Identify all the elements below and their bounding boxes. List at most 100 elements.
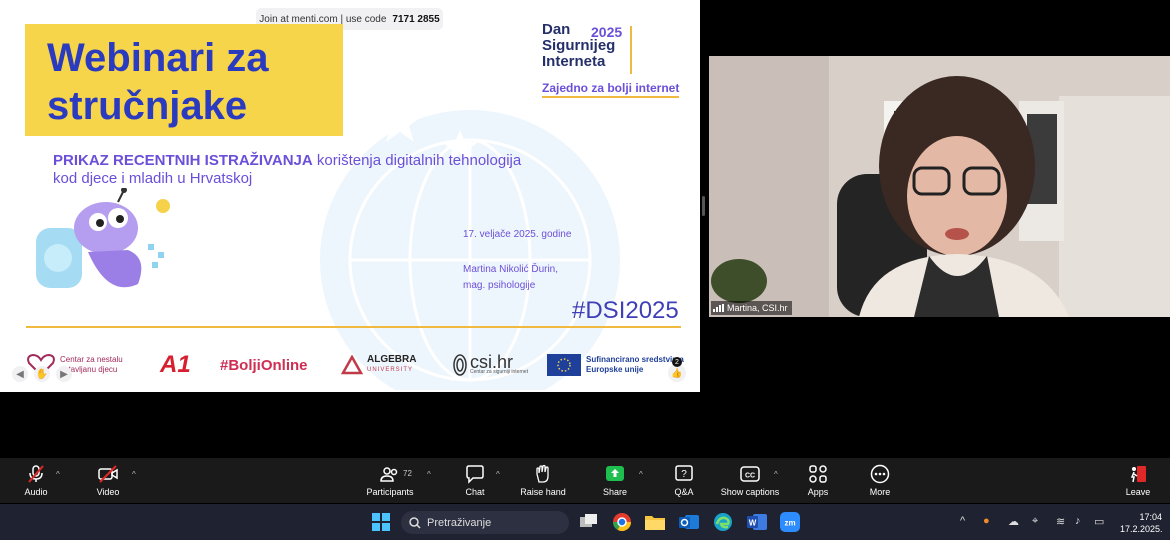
shared-slide: Join at menti.com | use code 7171 2855 W…: [0, 0, 700, 392]
leave-label: Leave: [1125, 487, 1151, 497]
camera-off-icon: [98, 465, 118, 483]
slide-subtitle: PRIKAZ RECENTNIH ISTRAŽIVANJA korištenja…: [53, 152, 573, 188]
algebra-text: ALGEBRA UNIVERSITY: [367, 355, 416, 375]
participant-video-feed: [709, 56, 1170, 317]
mascot-illustration: [36, 188, 170, 288]
participant-name: Martina, CSI.hr: [727, 303, 788, 313]
qa-label: Q&A: [674, 487, 694, 497]
task-view-icon[interactable]: [579, 512, 599, 532]
zoom-app-icon[interactable]: zm: [780, 512, 800, 532]
share-button[interactable]: Share: [601, 464, 629, 500]
algebra-name: ALGEBRA: [367, 354, 417, 365]
slide-date: 17. veljače 2025. godine: [463, 229, 572, 240]
participants-options-chevron-icon[interactable]: ^: [427, 470, 431, 479]
edge-icon[interactable]: [713, 512, 733, 532]
algebra-triangle-icon: [341, 355, 363, 375]
fingerprint-icon: [453, 354, 467, 376]
share-options-chevron-icon[interactable]: ^: [639, 470, 643, 479]
chat-options-chevron-icon[interactable]: ^: [496, 470, 500, 479]
taskbar-clock[interactable]: 17:04 17.2.2025.: [1120, 511, 1163, 535]
csi-sub: Centar za sigurniji internet: [470, 369, 529, 375]
file-explorer-icon[interactable]: [645, 512, 665, 532]
leave-button[interactable]: Leave: [1124, 464, 1152, 500]
captions-options-chevron-icon[interactable]: ^: [774, 470, 778, 479]
tray-overflow-chevron-icon[interactable]: ^: [960, 515, 965, 527]
slide-title-line1: Webinari za: [47, 36, 269, 80]
chat-label: Chat: [465, 487, 485, 497]
participants-label: Participants: [366, 487, 414, 497]
audio-options-chevron-icon[interactable]: ^: [56, 470, 60, 479]
zoom-meeting-window: Join at menti.com | use code 7171 2855 W…: [0, 0, 1170, 540]
captions-label: Show captions: [720, 487, 780, 497]
apps-button[interactable]: Apps: [805, 464, 831, 500]
signal-strength-icon: [713, 304, 724, 312]
show-captions-button[interactable]: CC Show captions: [718, 464, 782, 500]
sponsor-bolji-online: #BoljiOnline: [220, 356, 308, 374]
logo-name-line3: Interneta: [542, 53, 606, 70]
tray-cloud-icon[interactable]: ☁: [1008, 515, 1019, 528]
eu-flag-icon: [547, 354, 581, 376]
apps-label: Apps: [807, 487, 829, 497]
slide-title-box: Webinari za stručnjake: [25, 24, 343, 136]
word-icon[interactable]: W: [747, 512, 767, 532]
prev-slide-icon[interactable]: ◀: [12, 366, 28, 382]
tray-battery-icon[interactable]: ▭: [1094, 515, 1104, 528]
reaction-count-badge: 2: [672, 357, 682, 367]
next-slide-icon[interactable]: ▶: [56, 366, 72, 382]
logo-year: 2025: [591, 24, 623, 40]
windows-taskbar: Pretraživanje W zm ^ ● ☁ ⌖ ≋ ♪ ▭ 17:04 1…: [0, 504, 1170, 540]
outlook-icon[interactable]: [679, 512, 699, 532]
captions-icon: CC: [740, 466, 760, 482]
windows-start-icon[interactable]: [371, 512, 391, 532]
raise-hand-button[interactable]: Raise hand: [518, 464, 568, 500]
taskbar-search-box[interactable]: Pretraživanje: [401, 511, 569, 534]
search-icon: [409, 516, 421, 529]
chat-bubble-icon: [466, 465, 484, 484]
participant-video-tile[interactable]: Martina, CSI.hr: [709, 56, 1170, 317]
menti-code: 7171 2855: [392, 13, 440, 25]
dsi-logo: Dan Sigurnijeg Interneta 2025 Zajedno za…: [540, 22, 690, 102]
sponsor-logos: Centar za nestalu ostavljanu djecu A1 #B…: [0, 345, 700, 389]
logo-divider: [630, 26, 632, 74]
microphone-muted-icon: [28, 465, 44, 483]
logo-tagline: Zajedno za bolji internet: [542, 81, 680, 98]
video-button[interactable]: Video: [94, 464, 122, 500]
more-options-icon: [870, 464, 890, 484]
more-button[interactable]: More: [866, 464, 894, 500]
svg-text:?: ?: [681, 469, 687, 480]
pointer-icon[interactable]: ✋: [34, 366, 50, 382]
subtitle-rest: korištenja digitalnih tehnologija: [312, 152, 522, 169]
slide-title-line2: stručnjake: [47, 84, 248, 128]
tray-wifi-icon[interactable]: ≋: [1056, 515, 1065, 528]
video-options-chevron-icon[interactable]: ^: [132, 470, 136, 479]
slide-author: Martina Nikolić Ďurin, mag. psihologije: [463, 262, 558, 294]
qa-button[interactable]: ? Q&A: [671, 464, 697, 500]
slide-divider: [26, 326, 681, 328]
share-label: Share: [602, 487, 628, 497]
chat-button[interactable]: Chat: [462, 464, 488, 500]
sponsor-algebra: ALGEBRA UNIVERSITY: [341, 345, 416, 385]
globe-background-graphic: [320, 100, 620, 390]
sponsor-eu: Sufinancirano sredstvima Europske unije: [547, 345, 684, 385]
svg-text:zm: zm: [784, 519, 795, 528]
tray-sync-icon[interactable]: ●: [983, 515, 990, 527]
audio-button[interactable]: Audio: [22, 464, 50, 500]
audio-label: Audio: [24, 487, 48, 497]
clock-date: 17.2.2025.: [1120, 524, 1163, 534]
raise-hand-label: Raise hand: [520, 487, 566, 497]
video-label: Video: [96, 487, 120, 497]
chrome-icon[interactable]: [612, 512, 632, 532]
tray-volume-icon[interactable]: ♪: [1075, 515, 1081, 527]
clock-time: 17:04: [1139, 512, 1162, 522]
participants-icon: [380, 467, 398, 482]
apps-icon: [809, 465, 827, 483]
csi-name: csi.hr: [470, 352, 514, 372]
leave-door-icon: [1130, 466, 1146, 483]
algebra-sub: UNIVERSITY: [367, 367, 414, 373]
raise-hand-icon: [536, 464, 549, 483]
split-resize-handle[interactable]: [702, 196, 705, 216]
svg-text:W: W: [749, 519, 757, 528]
participants-count: 72: [403, 469, 412, 478]
sponsor-csi: csi.hr Centar za sigurniji internet: [452, 345, 528, 385]
tray-location-icon[interactable]: ⌖: [1032, 515, 1038, 528]
